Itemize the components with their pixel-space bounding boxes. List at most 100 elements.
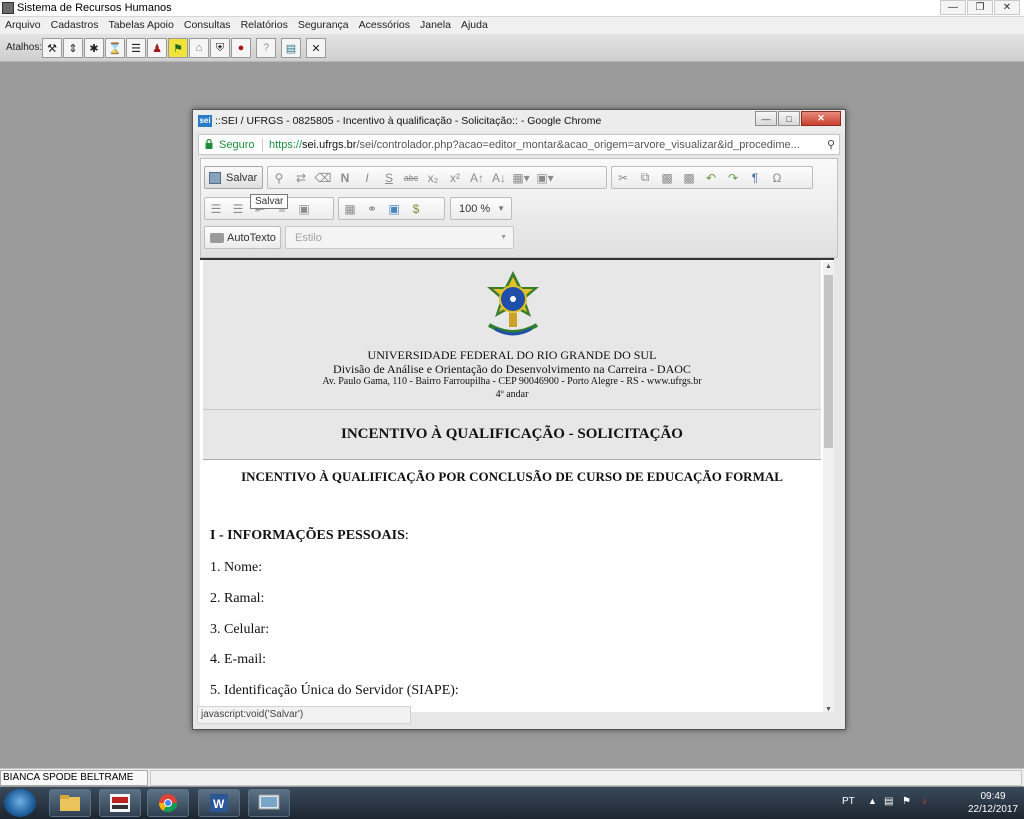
floppy-disk-icon (209, 171, 221, 184)
hourglass-icon[interactable]: ⌛ (105, 38, 125, 58)
insert-group: ▦ ⚭ ▣ $ (338, 197, 445, 220)
minimize-icon[interactable]: — (940, 0, 966, 15)
field-email[interactable]: 4. E-mail: (210, 652, 266, 668)
link-status-bubble: javascript:void('Salvar') (197, 706, 411, 724)
find-icon[interactable]: ⚲ (268, 168, 290, 188)
field-nome[interactable]: 1. Nome: (210, 560, 262, 576)
url-path: /sei/controlador.php?acao=editor_montar&… (356, 139, 800, 151)
close-icon[interactable]: ✕ (801, 111, 841, 126)
running-person-icon[interactable]: ⚑ (168, 38, 188, 58)
undo-icon[interactable]: ↶ (700, 168, 722, 188)
tools-icon[interactable]: ⚒ (42, 38, 62, 58)
magnifier-icon[interactable]: ⚲ (827, 138, 835, 151)
speech-bubble-icon (210, 232, 224, 243)
formatting-group: ⚲ ⇄ ⌫ N I S abc x₂ x² A↑ A↓ ▦▾ ▣▾ (267, 166, 607, 189)
document-area[interactable]: UNIVERSIDADE FEDERAL DO RIO GRANDE DO SU… (200, 258, 834, 712)
omega-icon[interactable]: Ω (766, 168, 788, 188)
help-icon[interactable]: ? (256, 38, 276, 58)
autotexto-button[interactable]: AutoTexto (204, 226, 281, 249)
image-icon[interactable]: ▣ (293, 199, 315, 219)
bug-icon[interactable]: ✱ (84, 38, 104, 58)
shield-icon[interactable]: ⛨ (210, 38, 230, 58)
maximize-icon[interactable]: □ (778, 111, 800, 126)
clock-date[interactable]: 22/12/2017 (964, 804, 1022, 815)
restore-icon[interactable]: ❐ (967, 0, 993, 15)
paste-icon[interactable]: ▩ (656, 168, 678, 188)
volume-muted-icon[interactable]: ♪ (922, 796, 934, 808)
table-icon[interactable]: ▦▾ (510, 168, 532, 188)
link-icon[interactable]: ⚭ (361, 199, 383, 219)
font-decrease-icon[interactable]: A↓ (488, 168, 510, 188)
table-insert-icon[interactable]: ▦ (339, 199, 361, 219)
strikethrough-icon[interactable]: abc (400, 168, 422, 188)
font-increase-icon[interactable]: A↑ (466, 168, 488, 188)
save-button[interactable]: Salvar (204, 166, 263, 189)
institution-address: Av. Paulo Gama, 110 - Bairro Farroupilha… (322, 376, 702, 387)
underline-icon[interactable]: S (378, 168, 400, 188)
house-icon[interactable]: ⌂ (189, 38, 209, 58)
italic-icon[interactable]: I (356, 168, 378, 188)
close-icon[interactable]: ✕ (306, 38, 326, 58)
picture-icon[interactable]: ▣ (383, 199, 405, 219)
field-ramal[interactable]: 2. Ramal: (210, 591, 264, 607)
paragraph-icon[interactable]: ¶ (744, 168, 766, 188)
syringe-icon[interactable]: ⇕ (63, 38, 83, 58)
scroll-up-icon[interactable]: ▲ (824, 263, 833, 270)
network-icon[interactable]: ▤ (884, 796, 896, 808)
bold-icon[interactable]: N (334, 168, 356, 188)
redo-icon[interactable]: ↷ (722, 168, 744, 188)
cut-icon[interactable]: ✂ (612, 168, 634, 188)
language-indicator[interactable]: PT (842, 796, 855, 807)
app-title: Sistema de Recursos Humanos (17, 2, 172, 14)
numbered-list-icon[interactable]: ☰ (205, 199, 227, 219)
chevron-down-icon: ▼ (500, 234, 507, 241)
paste-text-icon[interactable]: ▩ (678, 168, 700, 188)
dollar-icon[interactable]: $ (405, 199, 427, 219)
car-icon[interactable]: ● (231, 38, 251, 58)
field-siape[interactable]: 5. Identificação Única do Servidor (SIAP… (210, 683, 459, 699)
text-color-icon[interactable]: ▣▾ (532, 168, 558, 188)
eraser-icon[interactable]: ⌫ (312, 168, 334, 188)
show-hidden-icons-icon[interactable]: ▲ (868, 796, 877, 806)
exit-door-icon[interactable]: ▤ (281, 38, 301, 58)
document-scrollbar[interactable]: ▲ ▼ (823, 262, 834, 712)
folder-icon[interactable] (49, 789, 91, 817)
document-title: INCENTIVO À QUALIFICAÇÃO - SOLICITAÇÃO (341, 426, 683, 442)
zoom-select[interactable]: 100 % ▼ (450, 197, 512, 220)
people-icon[interactable]: ♟ (147, 38, 167, 58)
flag-icon[interactable]: ⚑ (902, 796, 914, 808)
taskbar: W PT ▲ ▤ ⚑ ♪ 09:49 22/12/2017 (0, 787, 1024, 819)
screen-icon[interactable] (248, 789, 290, 817)
bulleted-list-icon[interactable]: ☰ (227, 199, 249, 219)
replace-icon[interactable]: ⇄ (290, 168, 312, 188)
menu-tabelas-apoio[interactable]: Tabelas Apoio (107, 17, 178, 34)
menu-cadastros[interactable]: Cadastros (50, 17, 104, 34)
ufrgs-app-icon[interactable] (99, 789, 141, 817)
menu-consultas[interactable]: Consultas (183, 17, 236, 34)
style-select[interactable]: Estilo ▼ (285, 226, 514, 249)
subscript-icon[interactable]: x₂ (422, 168, 444, 188)
menu-arquivo[interactable]: Arquivo (4, 17, 46, 34)
system-tray: PT ▲ ▤ ⚑ ♪ 09:49 22/12/2017 (834, 787, 1024, 819)
institution-floor: 4º andar (495, 389, 529, 400)
menubar: Arquivo Cadastros Tabelas Apoio Consulta… (0, 17, 1024, 34)
field-celular[interactable]: 3. Celular: (210, 622, 269, 638)
address-bar[interactable]: Seguro https://sei.ufrgs.br/sei/controla… (198, 134, 840, 155)
close-icon[interactable]: ✕ (994, 0, 1020, 15)
minimize-icon[interactable]: — (755, 111, 777, 126)
document-body[interactable]: INCENTIVO À QUALIFICAÇÃO POR CONCLUSÃO D… (203, 461, 821, 712)
start-button[interactable] (4, 789, 36, 817)
scrollbar-thumb[interactable] (824, 275, 833, 448)
superscript-icon[interactable]: x² (444, 168, 466, 188)
menu-acessorios[interactable]: Acessórios (358, 17, 415, 34)
copy-icon[interactable]: ⧉ (634, 168, 656, 188)
clock-time[interactable]: 09:49 (964, 791, 1022, 802)
list-icon[interactable]: ☰ (126, 38, 146, 58)
scroll-down-icon[interactable]: ▼ (824, 706, 833, 712)
chrome-icon[interactable] (147, 789, 189, 817)
word-icon[interactable]: W (198, 789, 240, 817)
menu-relatorios[interactable]: Relatórios (240, 17, 293, 34)
menu-seguranca[interactable]: Segurança (297, 17, 354, 34)
menu-janela[interactable]: Janela (419, 17, 456, 34)
menu-ajuda[interactable]: Ajuda (460, 17, 493, 34)
